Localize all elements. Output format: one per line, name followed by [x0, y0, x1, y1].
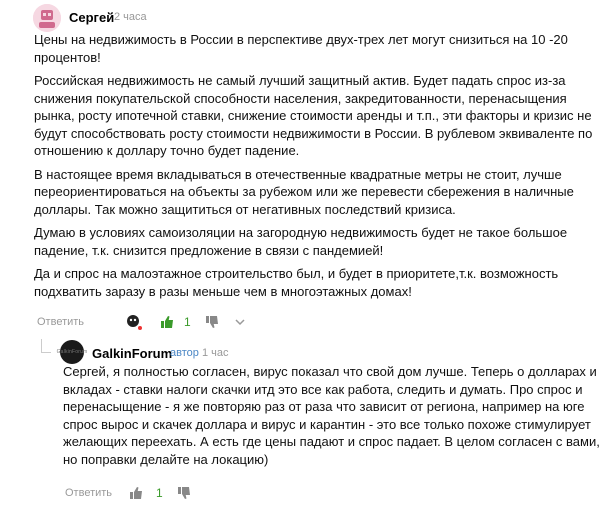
thumbs-down-icon [177, 487, 190, 499]
chevron-down-icon [235, 319, 245, 326]
notification-dot [137, 325, 144, 331]
reply-time: 1 час [202, 347, 229, 359]
reply-button[interactable]: Ответить [37, 316, 84, 328]
author-badge: автор [170, 347, 199, 359]
avatar-logo-text: GalkinForum [56, 349, 88, 355]
reply-paragraph: Сергей, я полностью согласен, вирус пока… [63, 364, 600, 467]
comment-paragraph: В настоящее время вкладываться в отечест… [34, 166, 574, 217]
comment-paragraph: Российская недвижимость не самый лучший … [34, 73, 593, 158]
user-avatar-icon [33, 4, 61, 32]
thumbs-up-icon [161, 316, 174, 328]
like-button[interactable] [160, 315, 174, 329]
more-options-button[interactable] [233, 315, 247, 329]
like-count: 1 [156, 486, 163, 500]
reply-actions: Ответить 1 [65, 486, 191, 500]
dislike-button[interactable] [177, 486, 191, 500]
like-button[interactable] [129, 486, 143, 500]
comment-paragraph: Да и спрос на малоэтажное строительство … [34, 266, 559, 299]
comment-paragraph: Думаю в условиях самоизоляции на загород… [34, 225, 568, 258]
reply-button[interactable]: Ответить [65, 487, 112, 499]
thumbs-up-icon [130, 487, 143, 499]
reply-avatar[interactable]: GalkinForum [57, 340, 87, 364]
comment-author[interactable]: Сергей [69, 10, 114, 25]
thread-connector [41, 339, 51, 353]
like-count: 1 [184, 315, 191, 329]
avatar[interactable] [33, 4, 61, 32]
comment-paragraph: Цены на недвижимость в России в перспект… [34, 32, 568, 65]
thumbs-down-icon [205, 316, 218, 328]
reply-body: Сергей, я полностью согласен, вирус пока… [63, 363, 608, 474]
comment-body: Цены на недвижимость в России в перспект… [34, 31, 609, 306]
comment-time: 2 часа [114, 11, 147, 23]
comment-actions: Ответить 1 [37, 314, 247, 331]
reply-author[interactable]: GalkinForum [92, 346, 172, 361]
dislike-button[interactable] [205, 315, 219, 329]
reaction-icon[interactable] [126, 314, 144, 331]
